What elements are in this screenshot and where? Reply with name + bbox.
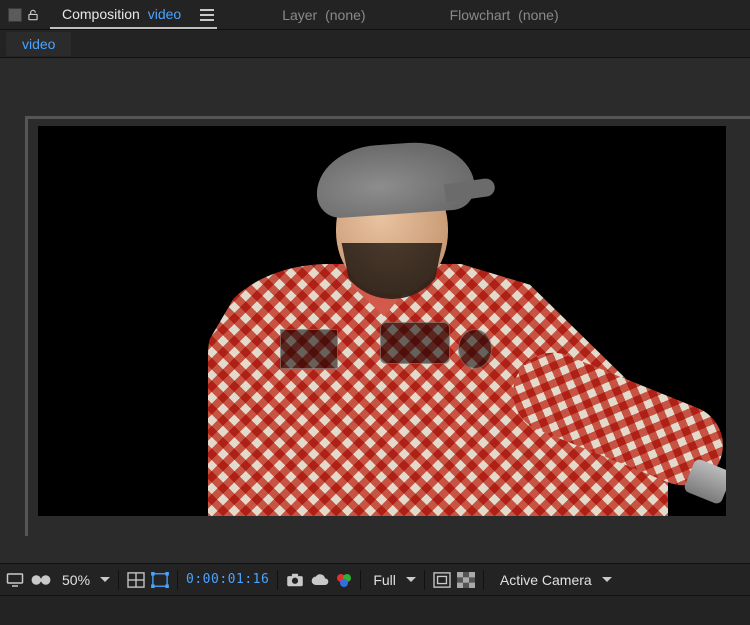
comp-bounds-tick xyxy=(695,116,750,119)
color-swatches-icon[interactable] xyxy=(336,572,352,588)
lock-open-icon[interactable] xyxy=(26,8,40,22)
tab-flowchart-label: Flowchart xyxy=(450,7,511,23)
mask-bounds-icon[interactable] xyxy=(151,572,169,588)
tab-flowchart-suffix: (none) xyxy=(518,7,558,23)
composition-canvas[interactable] xyxy=(38,126,726,516)
panel-tab-strip: Composition video Layer (none) Flowchart… xyxy=(0,0,750,30)
separator xyxy=(277,570,278,590)
separator xyxy=(360,570,361,590)
chevron-down-icon xyxy=(406,576,416,584)
comp-subtab[interactable]: video xyxy=(6,32,71,56)
video-preview-content xyxy=(208,134,668,516)
transparency-grid-icon[interactable] xyxy=(457,572,475,588)
chevron-down-icon xyxy=(602,576,612,584)
tab-composition-label: Composition xyxy=(62,6,140,22)
current-time[interactable]: 0:00:01:16 xyxy=(186,572,269,587)
tab-flowchart[interactable]: Flowchart (none) xyxy=(438,1,571,29)
goggles-icon[interactable] xyxy=(30,573,52,587)
grid-icon[interactable] xyxy=(127,572,145,588)
resolution-value: Full xyxy=(373,572,396,588)
separator xyxy=(483,570,484,590)
panel-menu-icon[interactable] xyxy=(199,8,215,22)
monitor-icon[interactable] xyxy=(6,572,24,588)
resolution-dropdown[interactable]: Full xyxy=(373,572,416,588)
zoom-value: 50% xyxy=(62,572,90,588)
tab-composition[interactable]: Composition video xyxy=(50,0,193,29)
tab-layer[interactable]: Layer (none) xyxy=(270,1,377,29)
separator xyxy=(118,570,119,590)
region-of-interest-icon[interactable] xyxy=(433,572,451,588)
comp-bounds-left xyxy=(25,116,28,536)
comp-bounds-top xyxy=(25,116,725,119)
zoom-dropdown[interactable]: 50% xyxy=(62,572,110,588)
chevron-down-icon xyxy=(100,576,110,584)
separator xyxy=(424,570,425,590)
comp-subtab-row: video xyxy=(0,30,750,58)
tab-layer-suffix: (none) xyxy=(325,7,365,23)
separator xyxy=(177,570,178,590)
camera-value: Active Camera xyxy=(500,572,592,588)
viewer-control-bar: 50% 0:00:01:16 xyxy=(0,563,750,595)
comp-subtab-label: video xyxy=(22,36,55,52)
panel-color-swatch xyxy=(8,8,22,22)
lower-panel-strip xyxy=(0,595,750,625)
cloud-icon[interactable] xyxy=(310,573,330,587)
tab-composition-compname: video xyxy=(148,6,181,22)
tab-layer-label: Layer xyxy=(282,7,317,23)
camera-dropdown[interactable]: Active Camera xyxy=(496,572,612,588)
camera-icon[interactable] xyxy=(286,573,304,587)
composition-viewer[interactable] xyxy=(0,58,750,563)
